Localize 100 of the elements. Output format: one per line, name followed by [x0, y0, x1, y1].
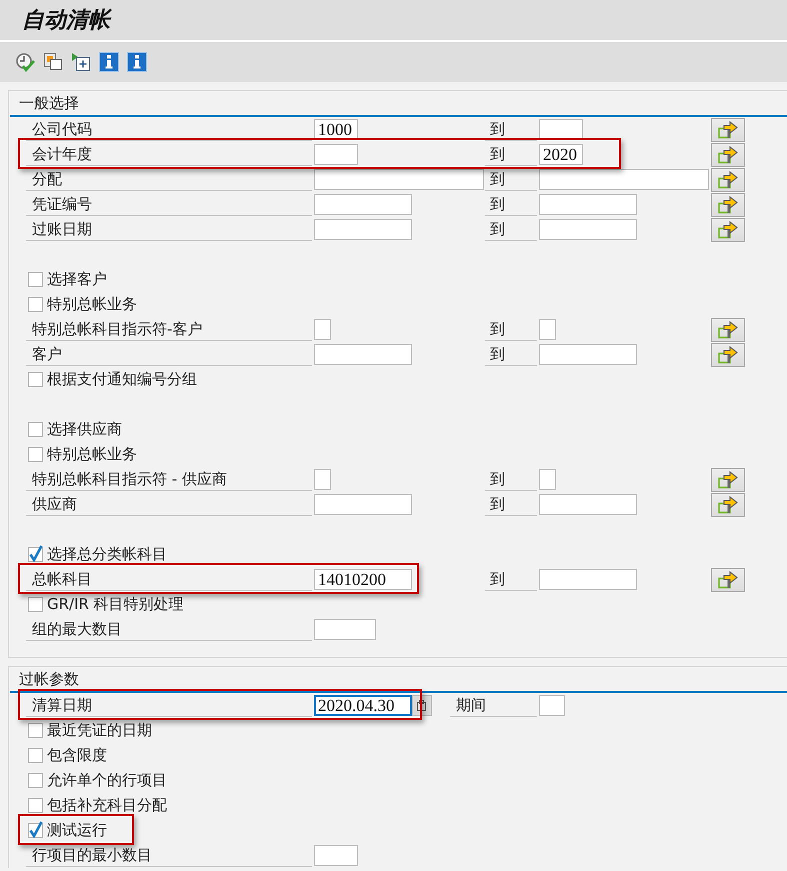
field-label: 总帐科目 — [26, 567, 312, 591]
input-field[interactable]: 1000 — [314, 119, 358, 140]
field-label: 过账日期 — [26, 217, 312, 241]
field-label: 组的最大数目 — [26, 617, 312, 641]
field-label: 特别总帐科目指示符-客户 — [26, 317, 312, 341]
checkbox[interactable] — [28, 270, 44, 286]
input-field[interactable] — [314, 619, 376, 640]
input-field[interactable]: 2020 — [539, 144, 583, 165]
input-field[interactable] — [314, 144, 358, 165]
input-field[interactable] — [314, 169, 484, 190]
clipboard-icon — [417, 700, 427, 711]
arrow-box-icon — [718, 120, 738, 138]
checkbox[interactable] — [28, 594, 44, 612]
selection-button[interactable] — [711, 342, 745, 366]
checkbox[interactable] — [28, 770, 44, 788]
checkbox[interactable] — [28, 420, 44, 436]
range-label: 到 — [485, 467, 537, 491]
section-title: 一般选择 — [10, 91, 787, 117]
input-field[interactable] — [539, 695, 565, 716]
field-label: 会计年度 — [26, 142, 312, 166]
input-field[interactable] — [539, 469, 556, 490]
range-label: 到 — [485, 142, 537, 166]
selection-button[interactable] — [711, 218, 745, 242]
selection-button[interactable] — [711, 568, 745, 592]
input-field[interactable] — [539, 344, 637, 365]
selection-button[interactable] — [711, 492, 745, 516]
selection-button[interactable] — [711, 168, 745, 192]
arrow-box-icon — [718, 170, 738, 188]
selection-button[interactable] — [711, 118, 745, 142]
checkbox-label: 特别总帐业务 — [47, 445, 137, 464]
section-title: 过帐参数 — [10, 667, 787, 693]
range-label: 到 — [485, 192, 537, 216]
input-field[interactable] — [314, 344, 412, 365]
input-field[interactable] — [539, 169, 709, 190]
arrow-box-icon — [718, 146, 738, 164]
input-field[interactable] — [314, 194, 412, 215]
range-label: 到 — [485, 317, 537, 341]
field-label: 特别总帐科目指示符 - 供应商 — [26, 467, 312, 491]
arrow-box-icon — [718, 196, 738, 214]
clock-check-icon[interactable] — [15, 52, 35, 72]
arrow-box-icon — [718, 470, 738, 488]
info-icon[interactable] — [127, 52, 147, 72]
input-field[interactable] — [539, 219, 637, 240]
field-label: 客户 — [26, 342, 312, 366]
range-label: 到 — [485, 117, 537, 141]
checkbox-label: 特别总帐业务 — [47, 295, 137, 314]
field-label: 行项目的最小数目 — [26, 843, 312, 867]
checkbox[interactable] — [28, 796, 44, 812]
checkbox-label: 选择总分类帐科目 — [47, 545, 167, 564]
checkbox[interactable] — [28, 294, 44, 312]
checkbox[interactable] — [28, 444, 44, 462]
input-field[interactable] — [539, 119, 583, 140]
checkbox-label: 选择客户 — [47, 270, 107, 289]
field-label: 凭证编号 — [26, 192, 312, 216]
arrow-box-icon — [718, 570, 738, 588]
input-field[interactable] — [539, 494, 637, 515]
checkbox[interactable] — [28, 746, 44, 762]
checkbox[interactable] — [28, 720, 44, 738]
input-field[interactable] — [314, 219, 412, 240]
field-label: 公司代码 — [26, 117, 312, 141]
checkbox-label: 选择供应商 — [47, 420, 122, 439]
field-label: 供应商 — [26, 492, 312, 516]
checkbox[interactable] — [28, 370, 44, 386]
selection-button[interactable] — [711, 142, 745, 166]
help-button[interactable] — [412, 695, 432, 716]
range-label: 到 — [485, 492, 537, 516]
arrow-box-icon — [718, 320, 738, 338]
checkbox-label: GR/IR 科目特别处理 — [47, 595, 184, 614]
field-label: 清算日期 — [26, 693, 312, 717]
arrow-box-icon — [718, 346, 738, 364]
field-label: 期间 — [450, 693, 537, 717]
checkbox[interactable] — [28, 820, 44, 838]
arrow-box-icon — [718, 220, 738, 238]
plus-box-icon[interactable] — [71, 52, 91, 72]
copy-icon[interactable] — [43, 52, 63, 72]
input-field[interactable] — [314, 469, 331, 490]
checkbox-label: 包含限度 — [47, 746, 107, 765]
info-icon[interactable] — [99, 52, 119, 72]
checkbox-label: 包括补充科目分配 — [47, 796, 167, 815]
range-label: 到 — [485, 217, 537, 241]
checkbox-label: 最近凭证的日期 — [47, 721, 152, 740]
input-field[interactable] — [539, 194, 637, 215]
input-field[interactable] — [539, 569, 637, 590]
input-field[interactable] — [314, 494, 412, 515]
range-label: 到 — [485, 167, 537, 191]
input-field[interactable] — [314, 845, 358, 866]
arrow-box-icon — [718, 496, 738, 514]
checkbox[interactable] — [28, 544, 44, 562]
selection-button[interactable] — [711, 318, 745, 342]
input-field[interactable] — [314, 319, 331, 340]
selection-button[interactable] — [711, 192, 745, 216]
checkbox-label: 测试运行 — [47, 821, 107, 840]
input-field[interactable]: 14010200 — [314, 569, 412, 590]
input-field[interactable] — [539, 319, 556, 340]
range-label: 到 — [485, 342, 537, 366]
checkbox-label: 根据支付通知编号分组 — [47, 370, 197, 389]
date-field[interactable]: 2020.04.30 — [314, 695, 412, 716]
checkbox-label: 允许单个的行项目 — [47, 771, 167, 790]
range-label: 到 — [485, 567, 537, 591]
selection-button[interactable] — [711, 468, 745, 492]
